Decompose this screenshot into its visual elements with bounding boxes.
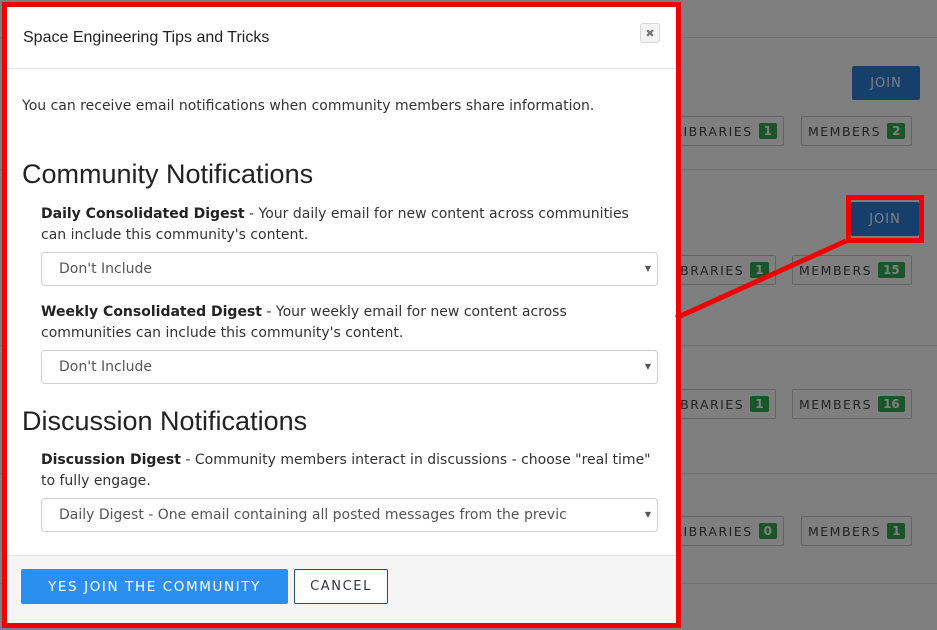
modal-highlight-box (2, 2, 681, 628)
join-highlight-box (846, 195, 924, 243)
